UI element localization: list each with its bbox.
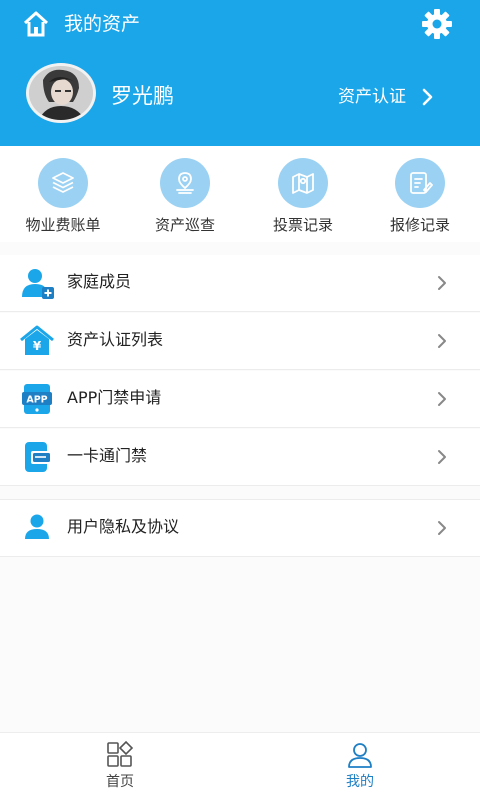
chevron-right-icon <box>438 450 446 464</box>
svg-text:APP: APP <box>26 395 47 406</box>
top-bar: 我的资产 <box>0 0 480 48</box>
tab-mine[interactable]: 我的 <box>300 741 420 792</box>
quick-action-label: 物业费账单 <box>25 216 101 234</box>
location-pin-icon <box>160 158 210 208</box>
user-icon <box>25 514 49 539</box>
quick-action-bills[interactable]: 物业费账单 <box>13 158 113 236</box>
tab-label: 我的 <box>346 774 374 790</box>
chevron-right-icon <box>438 392 446 406</box>
quick-action-repairs[interactable]: 报修记录 <box>370 158 470 236</box>
bill-stack-icon <box>38 158 88 208</box>
menu-item-label: 用户隐私及协议 <box>67 517 180 536</box>
quick-action-votes[interactable]: 投票记录 <box>253 158 353 236</box>
chevron-right-icon <box>438 276 446 290</box>
asset-auth-label: 资产认证 <box>338 87 406 107</box>
menu-item-app-access[interactable]: APP APP门禁申请 <box>0 371 480 428</box>
quick-action-label: 报修记录 <box>389 216 450 234</box>
menu-item-label: 家庭成员 <box>67 272 132 291</box>
avatar[interactable] <box>26 63 96 123</box>
quick-action-label: 资产巡查 <box>154 216 215 234</box>
header: 我的资产 罗光鹏 资产认证 <box>0 0 480 146</box>
chevron-right-icon <box>438 334 446 348</box>
grid-icon <box>107 741 134 767</box>
quick-action-label: 投票记录 <box>272 216 333 234</box>
repair-form-icon <box>395 158 445 208</box>
home-icon[interactable] <box>22 10 50 38</box>
person-icon <box>348 743 372 768</box>
tab-label: 首页 <box>106 774 134 790</box>
svg-text:¥: ¥ <box>33 339 42 353</box>
add-user-icon <box>22 269 54 299</box>
map-icon <box>278 158 328 208</box>
username: 罗光鹏 <box>111 84 174 108</box>
menu-item-label: APP门禁申请 <box>67 388 162 407</box>
avatar-image <box>29 66 93 120</box>
menu-item-label: 一卡通门禁 <box>67 446 148 465</box>
quick-action-inspection[interactable]: 资产巡查 <box>135 158 235 236</box>
quick-actions: 物业费账单 资产巡查 投票记录 报修记录 <box>0 146 480 242</box>
chevron-right-icon <box>422 88 433 106</box>
menu-item-privacy-agreement[interactable]: 用户隐私及协议 <box>0 499 480 557</box>
tab-home[interactable]: 首页 <box>60 741 180 792</box>
card-icon <box>25 442 50 472</box>
page-title: 我的资产 <box>64 13 141 35</box>
gear-icon[interactable] <box>421 8 453 40</box>
chevron-right-icon <box>438 521 446 535</box>
menu-item-family-members[interactable]: 家庭成员 <box>0 255 480 312</box>
bottom-tab-bar: 首页 我的 <box>0 732 480 801</box>
app-icon: APP <box>22 384 52 414</box>
menu-item-label: 资产认证列表 <box>67 330 164 349</box>
menu-item-asset-auth-list[interactable]: ¥ 资产认证列表 <box>0 313 480 370</box>
house-yuan-icon: ¥ <box>20 325 54 355</box>
menu-item-card-access[interactable]: 一卡通门禁 <box>0 429 480 486</box>
asset-auth-link[interactable]: 资产认证 <box>338 84 434 110</box>
